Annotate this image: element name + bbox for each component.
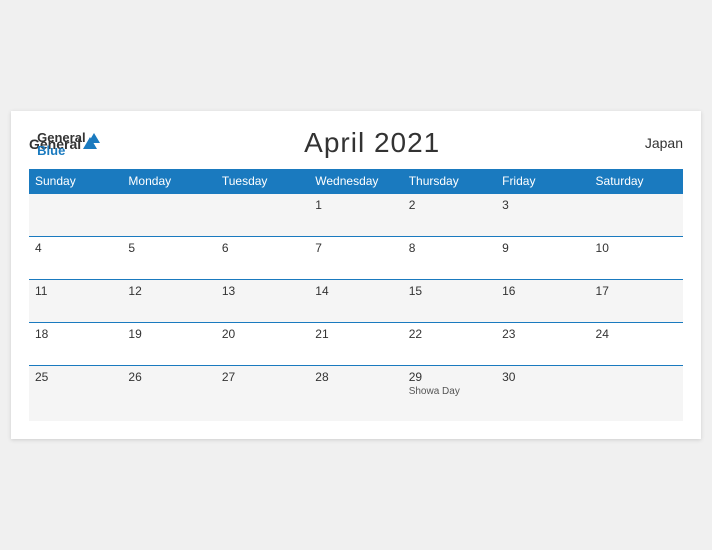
header-row: General General Blue April 2021 Japan [29, 127, 683, 159]
day-number: 8 [409, 241, 490, 255]
header-saturday: Saturday [590, 169, 683, 194]
day-number: 16 [502, 284, 583, 298]
day-cell: 1 [309, 194, 402, 237]
day-cell: 21 [309, 323, 402, 366]
day-cell: 14 [309, 280, 402, 323]
day-number: 10 [596, 241, 677, 255]
day-number: 19 [128, 327, 209, 341]
day-number: 7 [315, 241, 396, 255]
day-cell: 3 [496, 194, 589, 237]
day-number: 13 [222, 284, 303, 298]
month-title: April 2021 [304, 127, 440, 159]
day-number: 4 [35, 241, 116, 255]
day-number: 22 [409, 327, 490, 341]
day-number: 23 [502, 327, 583, 341]
day-cell: 13 [216, 280, 309, 323]
header-friday: Friday [496, 169, 589, 194]
day-cell: 9 [496, 237, 589, 280]
day-number: 14 [315, 284, 396, 298]
day-cell: 20 [216, 323, 309, 366]
day-number: 21 [315, 327, 396, 341]
day-cell: 11 [29, 280, 122, 323]
day-cell [29, 194, 122, 237]
calendar-grid: Sunday Monday Tuesday Wednesday Thursday… [29, 169, 683, 421]
weekday-header-row: Sunday Monday Tuesday Wednesday Thursday… [29, 169, 683, 194]
day-cell: 17 [590, 280, 683, 323]
day-number: 1 [315, 198, 396, 212]
day-cell: 15 [403, 280, 496, 323]
day-cell: 4 [29, 237, 122, 280]
week-row-3: 18 19 20 21 22 23 24 [29, 323, 683, 366]
week-row-4: 25 26 27 28 29 Showa Day 30 [29, 366, 683, 422]
day-cell [590, 366, 683, 422]
day-cell: 5 [122, 237, 215, 280]
header-tuesday: Tuesday [216, 169, 309, 194]
header-wednesday: Wednesday [309, 169, 402, 194]
day-number: 15 [409, 284, 490, 298]
day-number: 9 [502, 241, 583, 255]
logo-blue-text: Blue [37, 143, 65, 158]
header-sunday: Sunday [29, 169, 122, 194]
day-cell: 26 [122, 366, 215, 422]
day-cell: 22 [403, 323, 496, 366]
day-number: 24 [596, 327, 677, 341]
day-cell: 18 [29, 323, 122, 366]
day-cell: 24 [590, 323, 683, 366]
day-cell: 16 [496, 280, 589, 323]
calendar-container: General General Blue April 2021 Japan Su… [11, 111, 701, 439]
country-label: Japan [645, 135, 683, 151]
holiday-label: Showa Day [409, 386, 490, 397]
day-cell: 25 [29, 366, 122, 422]
day-cell: 10 [590, 237, 683, 280]
day-cell: 8 [403, 237, 496, 280]
day-number: 26 [128, 370, 209, 384]
day-cell [122, 194, 215, 237]
week-row-2: 11 12 13 14 15 16 17 [29, 280, 683, 323]
day-number: 27 [222, 370, 303, 384]
day-number: 6 [222, 241, 303, 255]
day-cell [216, 194, 309, 237]
week-row-0: 123 [29, 194, 683, 237]
day-number: 18 [35, 327, 116, 341]
day-number: 29 [409, 370, 490, 384]
day-number: 20 [222, 327, 303, 341]
day-cell: 12 [122, 280, 215, 323]
day-number: 28 [315, 370, 396, 384]
day-number: 11 [35, 284, 116, 298]
day-cell [590, 194, 683, 237]
day-number: 17 [596, 284, 677, 298]
day-cell: 19 [122, 323, 215, 366]
day-number: 12 [128, 284, 209, 298]
day-number: 5 [128, 241, 209, 255]
day-number: 30 [502, 370, 583, 384]
week-row-1: 456789 10 [29, 237, 683, 280]
day-cell: 7 [309, 237, 402, 280]
day-cell: 27 [216, 366, 309, 422]
day-number: 3 [502, 198, 583, 212]
header-thursday: Thursday [403, 169, 496, 194]
day-cell: 30 [496, 366, 589, 422]
day-number: 25 [35, 370, 116, 384]
day-cell: 28 [309, 366, 402, 422]
day-cell: 2 [403, 194, 496, 237]
day-cell: 29 Showa Day [403, 366, 496, 422]
day-number: 2 [409, 198, 490, 212]
day-cell: 6 [216, 237, 309, 280]
day-cell: 23 [496, 323, 589, 366]
header-monday: Monday [122, 169, 215, 194]
